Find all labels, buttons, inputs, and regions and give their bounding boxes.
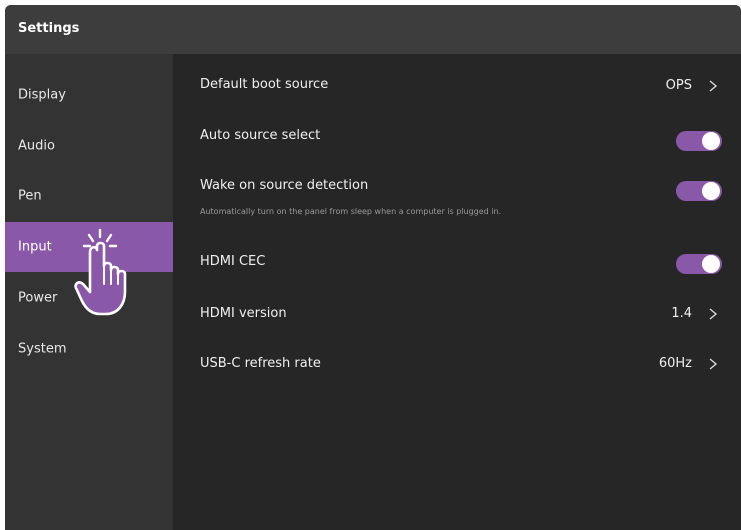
hdmi-version-label: HDMI version (200, 306, 287, 321)
hdmi-cec-row: HDMI CEC (173, 244, 741, 280)
sidebar-item-label: Input (18, 239, 52, 255)
settings-window: Settings Display Audio Pen Input Power S… (5, 5, 741, 530)
usbc-refresh-rate-label: USB-C refresh rate (200, 356, 321, 371)
sidebar-item-display[interactable]: Display (5, 70, 173, 120)
sidebar-item-label: Power (18, 290, 58, 306)
chevron-right-icon[interactable] (707, 307, 719, 321)
sidebar-item-label: Audio (18, 138, 55, 154)
auto-source-select-row: Auto source select (173, 118, 741, 154)
sidebar-item-label: System (18, 341, 67, 357)
sidebar-item-audio[interactable]: Audio (5, 121, 173, 171)
sidebar-item-input[interactable]: Input (5, 222, 173, 272)
hdmi-version-row[interactable]: HDMI version 1.4 (173, 296, 741, 332)
chevron-right-icon[interactable] (707, 357, 719, 371)
sidebar-item-label: Pen (18, 188, 42, 204)
toggle-knob (702, 132, 720, 150)
chevron-right-icon[interactable] (707, 79, 719, 93)
title-bar: Settings (5, 5, 741, 54)
sidebar-item-pen[interactable]: Pen (5, 171, 173, 221)
auto-source-select-label: Auto source select (200, 128, 321, 143)
sidebar: Display Audio Pen Input Power System (5, 54, 173, 530)
sidebar-item-system[interactable]: System (5, 324, 173, 374)
sidebar-item-label: Display (18, 87, 66, 103)
wake-on-source-detection-label: Wake on source detection (200, 178, 369, 193)
default-boot-source-label: Default boot source (200, 77, 329, 92)
toggle-knob (702, 182, 720, 200)
window-title: Settings (18, 21, 80, 36)
usbc-refresh-rate-value: 60Hz (658, 356, 692, 371)
hdmi-cec-toggle[interactable] (676, 254, 722, 274)
auto-source-select-toggle[interactable] (676, 131, 722, 151)
wake-on-source-detection-description: Automatically turn on the panel from sle… (200, 207, 502, 216)
usbc-refresh-rate-row[interactable]: USB-C refresh rate 60Hz (173, 346, 741, 382)
default-boot-source-value: OPS (665, 78, 692, 93)
default-boot-source-row[interactable]: Default boot source OPS (173, 68, 741, 104)
hdmi-cec-label: HDMI CEC (200, 254, 266, 269)
toggle-knob (702, 255, 720, 273)
wake-on-source-detection-toggle[interactable] (676, 181, 722, 201)
hdmi-version-value: 1.4 (671, 306, 692, 321)
sidebar-item-power[interactable]: Power (5, 273, 173, 323)
wake-on-source-detection-row: Wake on source detection Automatically t… (173, 169, 741, 224)
settings-content: Default boot source OPS Auto source sele… (173, 54, 741, 530)
